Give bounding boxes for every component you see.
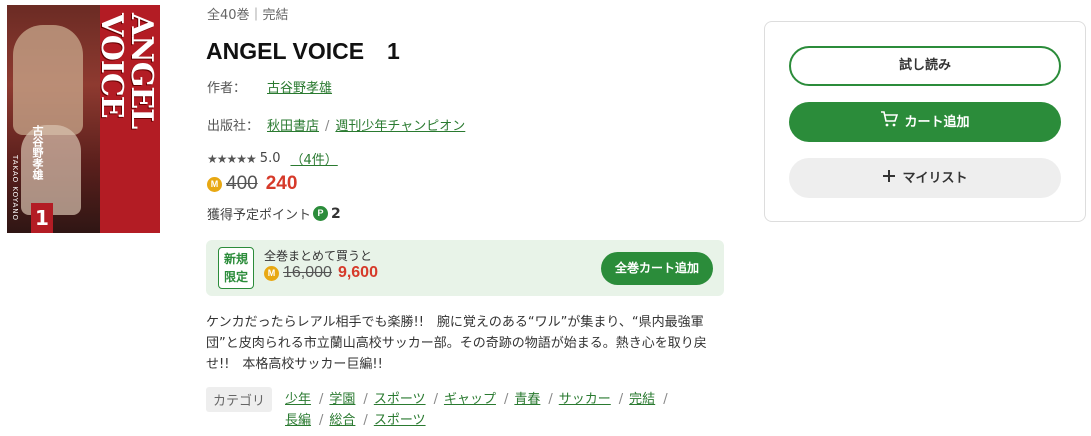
separator: / (325, 119, 330, 134)
mylist-label: マイリスト (902, 171, 968, 186)
author-row: 古谷野孝雄 (267, 77, 332, 96)
sale-price: 240 (265, 173, 298, 194)
publisher-row: 秋田書店 / 週刊少年チャンピオン (267, 115, 465, 134)
price-row: M 400 240 (207, 173, 297, 195)
review-count-link[interactable]: （4件） (290, 149, 337, 168)
cover-title-art: ANGEL VOICE (94, 13, 159, 129)
category-link[interactable]: 学園 (329, 392, 355, 407)
book-cover-image[interactable]: ANGEL VOICE 古谷野孝雄 TAKAO KOYANO 1 (7, 5, 160, 233)
bundle-label: 全巻まとめて買うと (264, 249, 373, 263)
category-label: カテゴリ (206, 387, 273, 412)
label-link[interactable]: 週刊少年チャンピオン (335, 119, 465, 134)
coin-icon: M (264, 265, 279, 281)
category-list: 少年 / 学園 / スポーツ / ギャップ / 青春 / サッカー / 完結 / 長編 / 総合 / スポーツ (285, 392, 668, 428)
description: ケンカだったらレアル相手でも楽勝!! 腕に覚えのある“ワル”が集まり、“県内最強… (206, 315, 707, 372)
purchase-panel: 試し読み カート追加 マイリスト (764, 21, 1086, 222)
category-link[interactable]: スポーツ (374, 392, 426, 407)
cart-icon (880, 102, 899, 142)
original-price: 400 (226, 173, 258, 194)
bundle-original-price: 16,000 (283, 264, 332, 281)
points-value: 2 (331, 205, 341, 222)
points-row: 獲得予定ポイント P 2 (207, 204, 341, 224)
plus-icon (882, 158, 896, 198)
cover-figure (13, 25, 83, 135)
bundle-offer-box: 新規 限定 全巻まとめて買うと M 16,000 9,600 全巻カート追加 (206, 240, 724, 296)
publisher-link[interactable]: 秋田書店 (267, 119, 319, 134)
bundle-price: M 16,000 9,600 (264, 264, 378, 282)
author-link[interactable]: 古谷野孝雄 (267, 81, 332, 96)
series-meta: 全40巻｜完結 (207, 8, 289, 23)
add-to-mylist-button[interactable]: マイリスト (789, 158, 1061, 198)
page-title: ANGEL VOICE 1 (206, 38, 400, 64)
cover-author: 古谷野孝雄 (31, 125, 44, 180)
add-to-cart-button[interactable]: カート追加 (789, 102, 1061, 142)
rating-value: 5.0 (259, 151, 281, 166)
point-icon: P (313, 206, 329, 221)
publisher-label: 出版社： (207, 119, 260, 134)
points-label: 獲得予定ポイント (207, 208, 312, 223)
cover-volume-number: 1 (31, 203, 53, 233)
category-link[interactable]: 総合 (329, 413, 355, 428)
category-link[interactable]: ギャップ (444, 392, 496, 407)
category-link[interactable]: 完結 (629, 392, 655, 407)
cover-author-romaji: TAKAO KOYANO (11, 155, 19, 221)
author-label: 作者： (207, 81, 247, 96)
new-limited-badge: 新規 限定 (218, 247, 254, 289)
star-rating-icon: ★★★★★ (207, 151, 257, 166)
bundle-sale-price: 9,600 (337, 264, 378, 281)
add-to-cart-label: カート追加 (904, 115, 970, 130)
add-all-volumes-to-cart-button[interactable]: 全巻カート追加 (601, 252, 713, 285)
coin-icon: M (207, 176, 222, 192)
category-link[interactable]: サッカー (559, 392, 611, 407)
category-link[interactable]: 青春 (514, 392, 540, 407)
category-link[interactable]: 少年 (285, 392, 311, 407)
rating-row: ★★★★★ 5.0 （4件） (207, 149, 338, 168)
category-link[interactable]: スポーツ (374, 413, 426, 428)
trial-read-button[interactable]: 試し読み (789, 46, 1061, 86)
category-link[interactable]: 長編 (285, 413, 311, 428)
